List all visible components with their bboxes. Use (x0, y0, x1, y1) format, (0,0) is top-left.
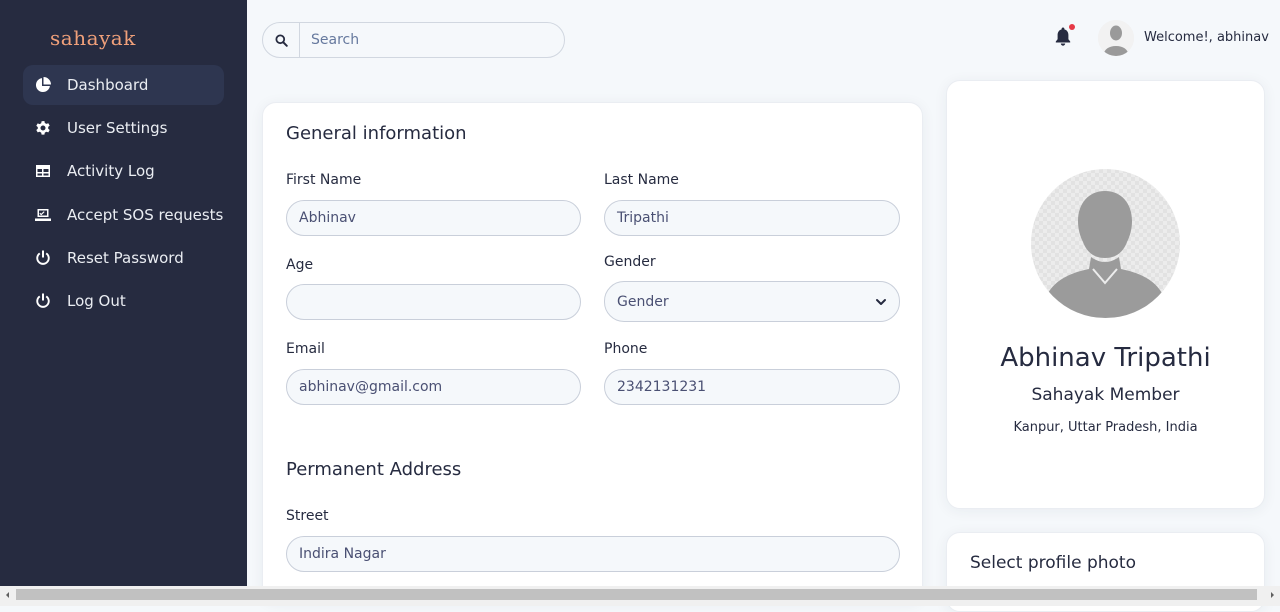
laptop-check-icon (33, 207, 53, 223)
scroll-left-arrow-icon[interactable] (4, 590, 12, 600)
sidebar-item-user-settings[interactable]: User Settings (23, 108, 224, 148)
general-information-title: General information (286, 123, 467, 144)
search-icon (274, 33, 288, 47)
pie-chart-icon (33, 77, 53, 93)
sidebar-item-dashboard[interactable]: Dashboard (23, 65, 224, 105)
power-icon (33, 293, 53, 309)
table-icon (33, 163, 53, 179)
street-label: Street (286, 508, 329, 524)
age-label: Age (286, 257, 314, 273)
profile-location: Kanpur, Uttar Pradesh, India (1013, 420, 1198, 435)
chevron-down-icon (876, 298, 886, 305)
phone-field[interactable]: 2342131231 (604, 369, 900, 405)
sidebar-item-label: Log Out (67, 292, 126, 310)
sidebar-item-label: Accept SOS requests (67, 206, 224, 224)
power-icon (33, 250, 53, 266)
search-button[interactable] (263, 23, 300, 57)
email-label: Email (286, 341, 325, 357)
scrollbar-thumb[interactable] (16, 589, 1257, 600)
last-name-value: Tripathi (617, 210, 669, 226)
user-avatar-icon (1047, 191, 1163, 318)
street-value: Indira Nagar (299, 546, 386, 562)
gear-icon (33, 120, 53, 136)
profile-name: Abhinav Tripathi (1000, 343, 1211, 373)
scroll-right-arrow-icon[interactable] (1268, 590, 1276, 600)
sidebar-item-accept-sos[interactable]: Accept SOS requests (23, 195, 224, 235)
profile-role: Sahayak Member (1031, 385, 1180, 405)
last-name-label: Last Name (604, 172, 679, 188)
search-bar (262, 22, 565, 58)
email-field[interactable]: abhinav@gmail.com (286, 369, 581, 405)
sidebar-item-log-out[interactable]: Log Out (23, 281, 224, 321)
permanent-address-title: Permanent Address (286, 459, 462, 480)
gender-label: Gender (604, 254, 656, 270)
search-input[interactable] (300, 23, 564, 57)
sidebar-item-label: Reset Password (67, 249, 184, 267)
sidebar: sahayak Dashboard User Settings Activity… (0, 0, 247, 586)
age-field[interactable] (286, 284, 581, 320)
sidebar-item-activity-log[interactable]: Activity Log (23, 151, 224, 191)
last-name-field[interactable]: Tripathi (604, 200, 900, 236)
brand-logo[interactable]: sahayak (50, 26, 136, 50)
gender-value: Gender (617, 293, 669, 310)
profile-avatar (1031, 169, 1180, 318)
first-name-value: Abhinav (299, 210, 356, 226)
sidebar-item-label: Dashboard (67, 76, 149, 94)
user-avatar-icon (1098, 20, 1134, 56)
phone-value: 2342131231 (617, 379, 707, 395)
sidebar-item-label: User Settings (67, 119, 168, 137)
gender-select[interactable]: Gender (604, 281, 900, 322)
first-name-field[interactable]: Abhinav (286, 200, 581, 236)
sidebar-item-label: Activity Log (67, 162, 155, 180)
welcome-text: Welcome!, abhinav (1144, 30, 1269, 45)
select-profile-photo-title: Select profile photo (970, 553, 1136, 573)
email-value: abhinav@gmail.com (299, 379, 443, 395)
sidebar-item-reset-password[interactable]: Reset Password (23, 238, 224, 278)
avatar[interactable] (1098, 20, 1134, 56)
phone-label: Phone (604, 341, 648, 357)
horizontal-scrollbar[interactable] (0, 586, 1280, 606)
street-field[interactable]: Indira Nagar (286, 536, 900, 572)
notification-dot (1069, 24, 1075, 30)
first-name-label: First Name (286, 172, 362, 188)
